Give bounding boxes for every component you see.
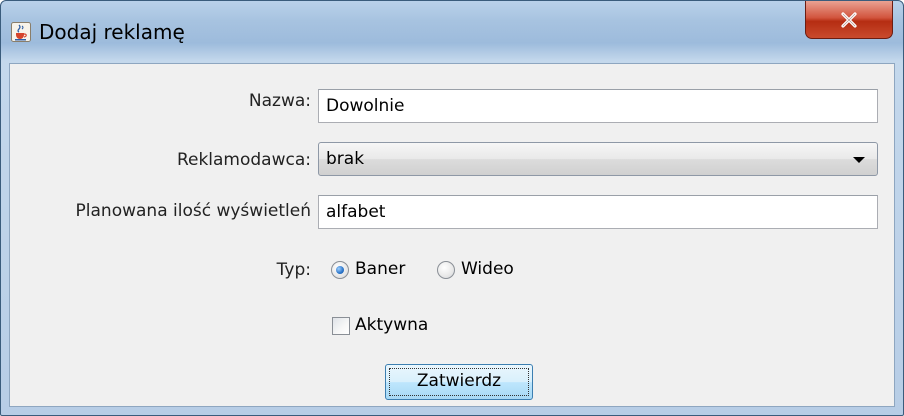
- advertiser-select[interactable]: brak: [318, 142, 878, 176]
- type-radio-wideo[interactable]: [437, 261, 455, 279]
- type-option-baner-label[interactable]: Baner: [355, 259, 405, 279]
- planned-views-label: Planowana ilość wyświetleń: [75, 201, 311, 221]
- advertiser-selected-value: brak: [326, 149, 365, 169]
- type-label: Typ:: [276, 260, 311, 280]
- name-field[interactable]: Dowolnie: [318, 89, 878, 123]
- advertiser-label: Reklamodawca:: [176, 150, 311, 170]
- chevron-down-icon[interactable]: [853, 157, 865, 163]
- title-bar[interactable]: Dodaj reklamę: [1, 1, 903, 63]
- submit-button-label: Zatwierdz: [416, 371, 502, 391]
- type-radio-baner[interactable]: [331, 261, 349, 279]
- active-checkbox[interactable]: [332, 317, 350, 335]
- dialog-window: Dodaj reklamę Nazwa: Dowolnie Reklamodaw…: [0, 0, 904, 416]
- active-checkbox-label[interactable]: Aktywna: [355, 315, 428, 335]
- planned-views-field[interactable]: alfabet: [318, 195, 878, 229]
- type-option-wideo-label[interactable]: Wideo: [461, 259, 514, 279]
- radio-selected-dot: [336, 266, 344, 274]
- window-title: Dodaj reklamę: [39, 20, 185, 44]
- java-cup-icon: [11, 22, 31, 42]
- close-icon: [841, 11, 857, 28]
- close-button[interactable]: [805, 1, 893, 39]
- name-label: Nazwa:: [248, 91, 311, 111]
- dialog-content: Nazwa: Dowolnie Reklamodawca: brak Plano…: [9, 63, 895, 407]
- submit-button[interactable]: Zatwierdz: [385, 364, 533, 400]
